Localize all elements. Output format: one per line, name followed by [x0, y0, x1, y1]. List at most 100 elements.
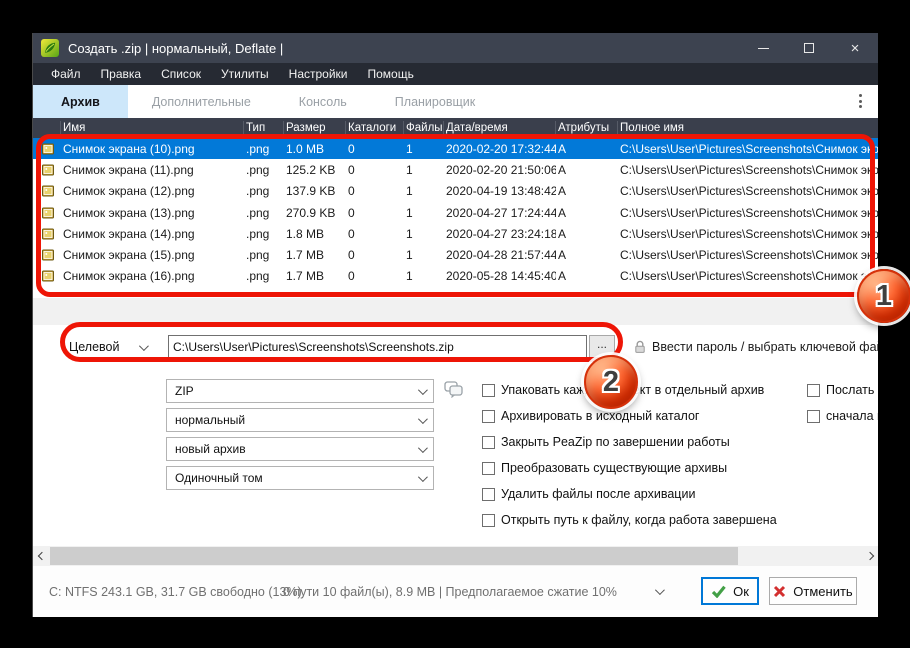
- image-file-icon: [33, 249, 61, 261]
- cell-fullname: C:\Users\User\Pictures\Screenshots\Снимо…: [618, 163, 878, 177]
- tab-console[interactable]: Консоль: [275, 85, 371, 118]
- table-row[interactable]: Снимок экрана (15).png .png 1.7 MB 0 1 2…: [33, 244, 878, 265]
- table-row[interactable]: Снимок экрана (14).png .png 1.8 MB 0 1 2…: [33, 223, 878, 244]
- cell-datetime: 2020-02-20 17:32:44: [444, 142, 556, 156]
- cell-files: 1: [404, 206, 444, 220]
- header-fullname[interactable]: Полное имя: [618, 121, 878, 135]
- cell-datetime: 2020-05-28 14:45:40: [444, 269, 556, 283]
- format-value: ZIP: [175, 384, 194, 398]
- cell-name: Снимок экрана (11).png: [61, 163, 244, 177]
- tab-scheduler[interactable]: Планировщик: [371, 85, 499, 118]
- chevron-right-icon: [865, 552, 873, 560]
- ok-button[interactable]: Ок: [701, 577, 759, 605]
- header-name[interactable]: Имя: [61, 121, 244, 135]
- cell-files: 1: [404, 184, 444, 198]
- header-icon-col: [33, 121, 61, 135]
- cell-fullname: C:\Users\User\Pictures\Screenshots\Снимо…: [618, 206, 878, 220]
- menu-edit[interactable]: Правка: [91, 63, 152, 85]
- tab-advanced[interactable]: Дополнительные: [128, 85, 275, 118]
- menu-settings[interactable]: Настройки: [279, 63, 358, 85]
- target-type-combo[interactable]: Целевой: [69, 335, 146, 359]
- cell-size: 270.9 KB: [284, 206, 346, 220]
- chevron-down-icon: [418, 472, 428, 482]
- scroll-right-button[interactable]: [861, 546, 878, 566]
- scroll-left-button[interactable]: [33, 546, 50, 566]
- file-table-header: Имя Тип Размер Каталоги Файлы Дата/время…: [33, 118, 878, 138]
- checkbox-label: сначала в Т: [826, 409, 878, 423]
- table-row[interactable]: Снимок экрана (10).png .png 1.0 MB 0 1 2…: [33, 138, 878, 159]
- chevron-down-icon: [139, 341, 149, 351]
- table-row[interactable]: Снимок экрана (12).png .png 137.9 KB 0 1…: [33, 181, 878, 202]
- compression-level-select[interactable]: нормальный: [166, 408, 434, 432]
- header-attrs[interactable]: Атрибуты: [556, 121, 618, 135]
- status-chevron-down-icon[interactable]: [655, 585, 665, 595]
- cell-files: 1: [404, 142, 444, 156]
- checkbox-label: Преобразовать существующие архивы: [501, 461, 727, 475]
- tab-archive[interactable]: Архив: [33, 85, 128, 118]
- minimize-button[interactable]: [740, 33, 786, 63]
- horizontal-scrollbar[interactable]: [33, 546, 878, 566]
- header-datetime[interactable]: Дата/время: [444, 121, 556, 135]
- checkbox-send-by-mail[interactable]: Послать по: [807, 383, 878, 397]
- volume-select[interactable]: Одиночный том: [166, 466, 434, 490]
- minimize-icon: [758, 48, 769, 49]
- checkbox-open-path-when-done[interactable]: Открыть путь к файлу, когда работа завер…: [482, 513, 777, 527]
- comment-bubble-icon[interactable]: [444, 381, 463, 398]
- window-title: Создать .zip | нормальный, Deflate |: [68, 41, 283, 56]
- header-size[interactable]: Размер: [284, 121, 346, 135]
- header-dirs[interactable]: Каталоги: [346, 121, 404, 135]
- set-password-link[interactable]: Ввести пароль / выбрать ключевой файл: [634, 336, 878, 358]
- cell-files: 1: [404, 163, 444, 177]
- cell-name: Снимок экрана (12).png: [61, 184, 244, 198]
- image-file-icon: [33, 270, 61, 282]
- menu-utils[interactable]: Утилиты: [211, 63, 279, 85]
- maximize-button[interactable]: [786, 33, 832, 63]
- checkbox-close-peazip[interactable]: Закрыть PeaZip по завершении работы: [482, 435, 730, 449]
- checkbox-delete-after[interactable]: Удалить файлы после архивации: [482, 487, 695, 501]
- annotation-badge-1: 1: [857, 269, 910, 323]
- tab-overflow-menu-icon[interactable]: [859, 94, 862, 108]
- checkbox-label: Послать по: [826, 383, 878, 397]
- checkbox-archive-to-source[interactable]: Архивировать в исходный каталог: [482, 409, 699, 423]
- archive-mode-select[interactable]: новый архив: [166, 437, 434, 461]
- cell-dirs: 0: [346, 227, 404, 241]
- cell-datetime: 2020-04-27 23:24:18: [444, 227, 556, 241]
- checkbox-first-to-tar[interactable]: сначала в Т: [807, 409, 878, 423]
- cell-dirs: 0: [346, 206, 404, 220]
- cell-type: .png: [244, 248, 284, 262]
- cell-size: 137.9 KB: [284, 184, 346, 198]
- scrollbar-thumb[interactable]: [50, 547, 738, 565]
- cancel-button[interactable]: Отменить: [769, 577, 857, 605]
- menu-bar: Файл Правка Список Утилиты Настройки Пом…: [33, 63, 878, 85]
- menu-file[interactable]: Файл: [41, 63, 91, 85]
- target-path-input[interactable]: [168, 335, 587, 358]
- checkbox-label: Удалить файлы после архивации: [501, 487, 695, 501]
- table-row[interactable]: Снимок экрана (11).png .png 125.2 KB 0 1…: [33, 159, 878, 180]
- cell-type: .png: [244, 184, 284, 198]
- cell-name: Снимок экрана (15).png: [61, 248, 244, 262]
- ok-label: Ок: [733, 584, 749, 599]
- cell-size: 1.7 MB: [284, 248, 346, 262]
- table-row[interactable]: Снимок экрана (13).png .png 270.9 KB 0 1…: [33, 202, 878, 223]
- cell-type: .png: [244, 269, 284, 283]
- checkbox-box: [482, 384, 495, 397]
- maximize-icon: [804, 43, 814, 53]
- checkbox-box: [482, 410, 495, 423]
- header-type[interactable]: Тип: [244, 121, 284, 135]
- image-file-icon: [33, 228, 61, 240]
- menu-help[interactable]: Помощь: [358, 63, 424, 85]
- table-row[interactable]: Снимок экрана (16).png .png 1.7 MB 0 1 2…: [33, 266, 878, 287]
- menu-list[interactable]: Список: [151, 63, 211, 85]
- cell-attr: A: [556, 269, 618, 283]
- header-files[interactable]: Файлы: [404, 121, 444, 135]
- cell-attr: A: [556, 227, 618, 241]
- checkbox-convert-existing[interactable]: Преобразовать существующие архивы: [482, 461, 727, 475]
- cell-type: .png: [244, 142, 284, 156]
- cell-type: .png: [244, 227, 284, 241]
- format-select[interactable]: ZIP: [166, 379, 434, 403]
- cell-type: .png: [244, 163, 284, 177]
- level-value: нормальный: [175, 413, 245, 427]
- cancel-label: Отменить: [793, 584, 852, 599]
- cell-type: .png: [244, 206, 284, 220]
- close-button[interactable]: ×: [832, 33, 878, 63]
